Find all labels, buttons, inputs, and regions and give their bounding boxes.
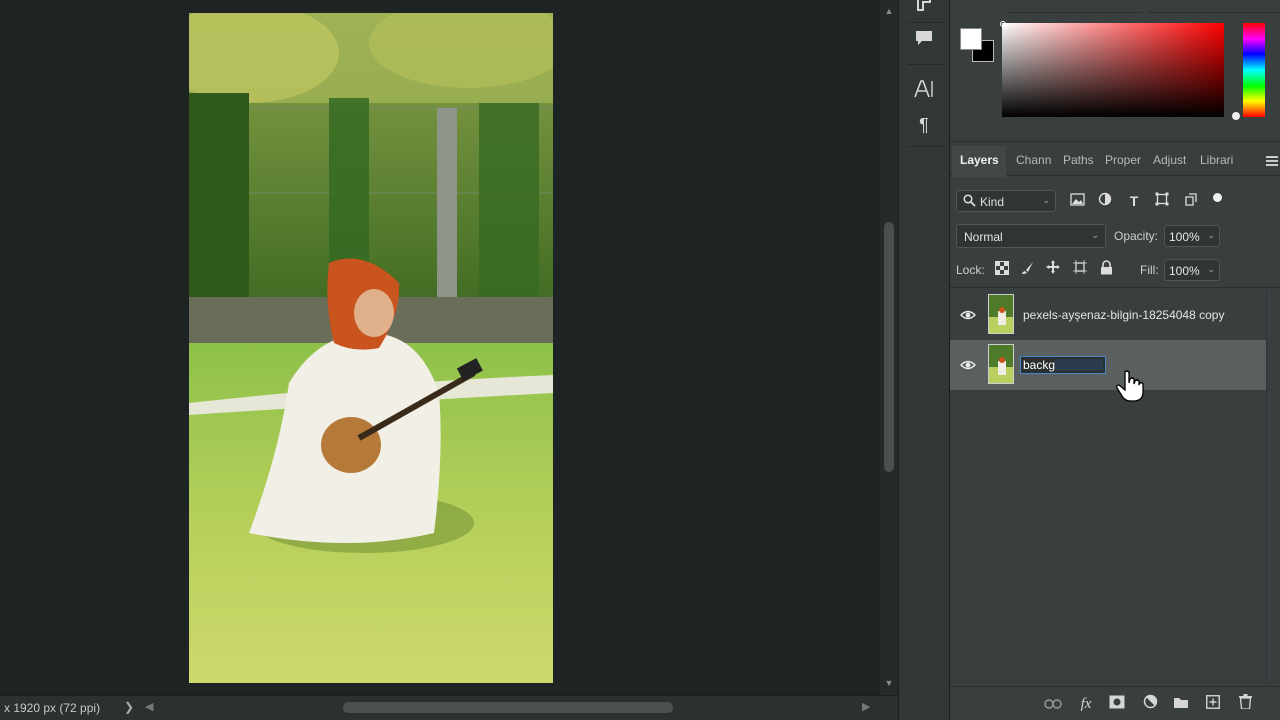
divider — [907, 64, 943, 65]
lock-artboard-icon[interactable] — [1069, 259, 1091, 281]
visibility-eye-icon[interactable] — [960, 357, 976, 373]
hue-slider[interactable] — [1243, 23, 1265, 117]
divider — [1148, 12, 1280, 13]
document-vertical-scrollbar[interactable]: ▲ ▼ — [880, 0, 898, 695]
layer-row[interactable]: pexels-ayşenaz-bilgin-18254048 copy — [950, 290, 1266, 340]
tab-adjustments[interactable]: Adjust — [1153, 153, 1186, 167]
fill-field[interactable]: 100% ⌄ — [1164, 259, 1220, 281]
tab-layers[interactable]: Layers — [960, 153, 999, 167]
kind-label: Kind — [980, 195, 1005, 209]
fill-value: 100% — [1169, 264, 1200, 278]
scroll-up-icon[interactable]: ▲ — [884, 6, 894, 16]
vertical-scroll-thumb[interactable] — [884, 222, 894, 472]
divider — [907, 146, 943, 147]
type-layer-filter-icon[interactable]: T — [1124, 191, 1144, 211]
smart-object-filter-icon[interactable] — [1181, 191, 1201, 211]
document-canvas[interactable] — [0, 0, 880, 695]
opacity-field[interactable]: 100% ⌄ — [1164, 225, 1220, 247]
lock-all-icon[interactable] — [1095, 259, 1117, 281]
adjustment-layer-filter-icon[interactable] — [1095, 191, 1115, 211]
layer-row-selected[interactable]: backg — [950, 340, 1266, 390]
panel-menu-icon[interactable] — [1266, 156, 1278, 166]
fill-label: Fill: — [1140, 263, 1159, 277]
canvas-photo[interactable] — [189, 13, 553, 683]
horizontal-scroll-thumb[interactable] — [343, 702, 673, 713]
saturation-brightness-field[interactable] — [1002, 23, 1224, 117]
layers-footer-toolbar: fx — [950, 686, 1280, 720]
chevron-down-icon: ⌄ — [1091, 230, 1099, 240]
add-mask-icon[interactable] — [1106, 694, 1128, 714]
link-layers-icon[interactable] — [1042, 694, 1064, 714]
divider — [950, 287, 1280, 288]
new-adjustment-layer-icon[interactable] — [1139, 694, 1161, 714]
delete-layer-trash-icon[interactable] — [1234, 694, 1256, 714]
status-menu-chevron-icon[interactable]: ❯ — [124, 700, 134, 714]
color-picker-panel — [950, 0, 1280, 142]
chevron-down-icon: ⌄ — [1042, 195, 1050, 205]
layer-filter-kind-select[interactable]: Kind ⌄ — [956, 190, 1056, 212]
scroll-right-icon[interactable]: ▶ — [862, 700, 870, 713]
divider — [1006, 12, 1142, 13]
filter-toggle-switch[interactable] — [1213, 193, 1222, 202]
pixel-layer-filter-icon[interactable] — [1067, 191, 1087, 211]
opacity-label: Opacity: — [1114, 229, 1159, 243]
layer-rename-text: backg — [1023, 358, 1056, 372]
opacity-value: 100% — [1169, 230, 1200, 244]
layer-name[interactable]: pexels-ayşenaz-bilgin-18254048 copy — [1023, 308, 1224, 322]
layer-effects-fx-icon[interactable]: fx — [1075, 694, 1097, 714]
visibility-eye-icon[interactable] — [960, 307, 976, 323]
divider — [907, 22, 943, 23]
history-icon[interactable] — [911, 0, 937, 20]
paragraph-icon[interactable]: ¶ — [911, 112, 937, 138]
scroll-left-icon[interactable]: ◀ — [145, 700, 153, 713]
chevron-down-icon[interactable]: ⌄ — [1207, 264, 1215, 275]
new-group-folder-icon[interactable] — [1170, 694, 1192, 714]
scroll-down-icon[interactable]: ▼ — [884, 678, 894, 688]
panel-icon-strip: ¶ — [898, 0, 950, 720]
layer-thumbnail — [988, 344, 1014, 384]
lock-image-pixels-icon[interactable] — [1017, 259, 1039, 281]
blend-mode-select[interactable]: Normal ⌄ — [956, 224, 1106, 248]
foreground-color-swatch[interactable] — [960, 28, 982, 50]
hue-slider-handle[interactable] — [1232, 112, 1240, 120]
photo-image — [189, 13, 553, 683]
character-icon[interactable] — [911, 78, 937, 104]
document-info: x 1920 px (72 ppi) — [4, 701, 101, 715]
lock-transparent-pixels-icon[interactable] — [991, 259, 1013, 281]
text-selection-highlight — [1055, 359, 1103, 371]
search-icon — [963, 194, 976, 210]
status-bar: x 1920 px (72 ppi) ❯ ◀ ▶ — [0, 695, 898, 720]
layers-scrollbar[interactable] — [1266, 290, 1280, 685]
tab-paths[interactable]: Paths — [1063, 153, 1094, 167]
tab-libraries[interactable]: Librari — [1200, 153, 1240, 167]
comment-icon[interactable] — [911, 28, 937, 54]
tab-properties[interactable]: Proper — [1105, 153, 1143, 167]
panel-tabs: Layers Chann Paths Proper Adjust Librari — [950, 146, 1280, 177]
lock-position-icon[interactable] — [1042, 259, 1064, 281]
hand-pointer-cursor-icon — [1116, 370, 1144, 402]
tab-channels[interactable]: Chann — [1016, 153, 1056, 167]
shape-layer-filter-icon[interactable] — [1152, 191, 1172, 211]
lock-label: Lock: — [956, 263, 985, 277]
layer-rename-input[interactable]: backg — [1020, 356, 1106, 374]
color-marker[interactable] — [1000, 21, 1006, 27]
chevron-down-icon[interactable]: ⌄ — [1207, 230, 1215, 241]
right-panel: Layers Chann Paths Proper Adjust Librari… — [950, 0, 1280, 720]
blend-mode-value: Normal — [964, 230, 1003, 244]
new-layer-icon[interactable] — [1202, 694, 1224, 714]
layer-thumbnail — [988, 294, 1014, 334]
